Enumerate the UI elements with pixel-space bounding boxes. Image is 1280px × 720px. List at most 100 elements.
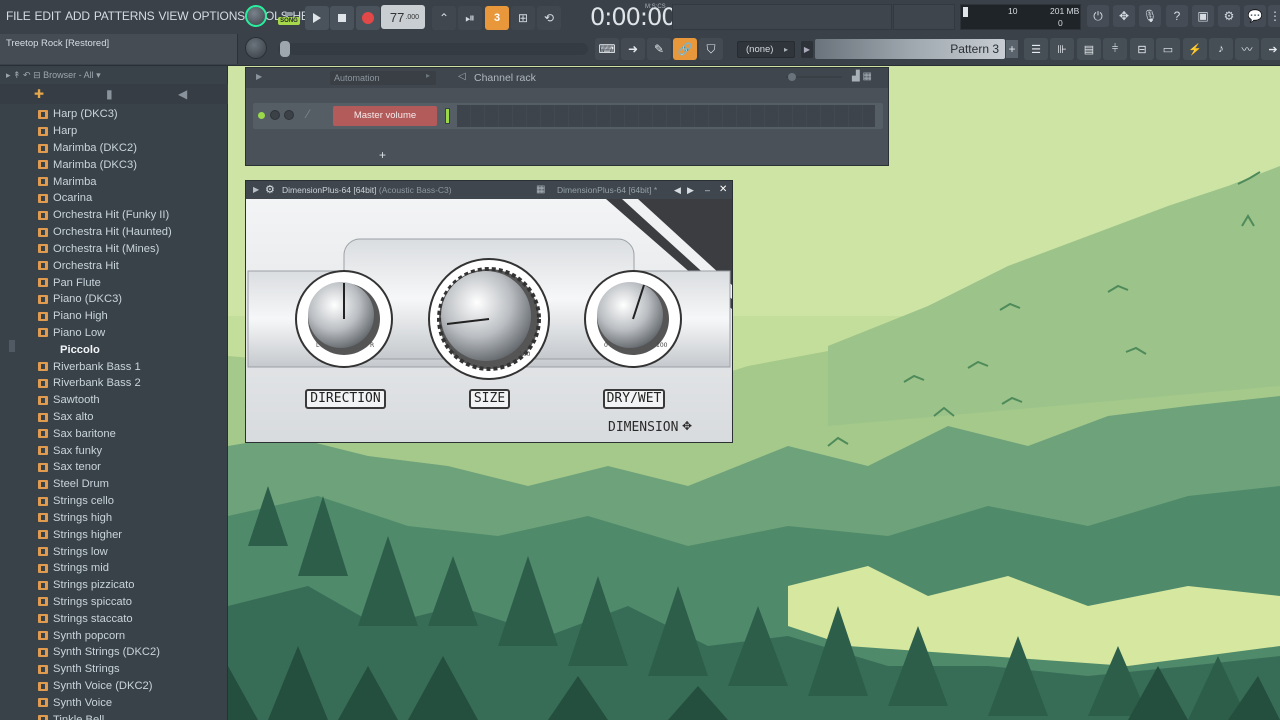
stop-button[interactable] xyxy=(330,6,354,30)
browser-item[interactable]: Sax baritone xyxy=(0,425,228,442)
browser-add-icon[interactable]: ✚ xyxy=(34,87,44,101)
step-sequencer-grid[interactable] xyxy=(457,105,875,127)
browser-item[interactable]: Orchestra Hit (Funky II) xyxy=(0,207,228,224)
brush-tool-button[interactable]: ✎ xyxy=(647,38,671,60)
add-pattern-button[interactable]: + xyxy=(1006,40,1018,58)
browser-file-icon[interactable]: ▮ xyxy=(106,87,113,101)
tempo-display[interactable]: 77.000 xyxy=(381,5,425,29)
master-volume-knob[interactable] xyxy=(245,5,267,27)
metronome-button[interactable]: ⌃ xyxy=(432,6,456,30)
browser-item[interactable]: Orchestra Hit (Mines) xyxy=(0,241,228,258)
browser-item[interactable]: Harp xyxy=(0,123,228,140)
menu-add[interactable]: ADD xyxy=(63,9,92,23)
channel-rack-view-icons[interactable]: ▟ ▦ xyxy=(852,71,872,82)
channel-volume-knob[interactable] xyxy=(284,110,294,120)
browser-item[interactable]: Strings cello xyxy=(0,493,228,510)
browser-item[interactable]: Marimba (DKC2) xyxy=(0,140,228,157)
browser-item[interactable]: Synth Strings (DKC2) xyxy=(0,644,228,661)
touch-keyboard-button[interactable]: ♪ xyxy=(1209,38,1233,60)
minimize-icon[interactable]: – xyxy=(705,181,710,199)
browser-item[interactable]: Marimba (DKC3) xyxy=(0,156,228,173)
menu-options[interactable]: OPTIONS xyxy=(190,9,247,23)
menu-patterns[interactable]: PATTERNS xyxy=(92,9,157,23)
close-icon[interactable]: ✕ xyxy=(719,181,727,199)
song-position-slider[interactable] xyxy=(278,43,588,55)
browser-item[interactable]: Harp (DKC3) xyxy=(0,106,228,123)
channel-name-button[interactable]: Master volume xyxy=(333,106,437,126)
browser-item[interactable]: Orchestra Hit (Haunted) xyxy=(0,224,228,241)
browser-item[interactable]: Strings spiccato xyxy=(0,594,228,611)
browser-item[interactable]: Synth Voice xyxy=(0,694,228,711)
browser-item[interactable]: Tinkle Bell xyxy=(0,711,228,720)
browser-button[interactable]: ▭ xyxy=(1156,38,1180,60)
browser-item[interactable]: Sax funky xyxy=(0,442,228,459)
record-button[interactable] xyxy=(356,6,380,30)
edison-button[interactable]: 〰 xyxy=(1235,38,1259,60)
browser-item[interactable]: Sax tenor xyxy=(0,459,228,476)
browser-item[interactable]: Sax alto xyxy=(0,409,228,426)
browser-item[interactable]: Riverbank Bass 2 xyxy=(0,375,228,392)
menu-view[interactable]: VIEW xyxy=(156,9,190,23)
browser-item[interactable]: Strings higher xyxy=(0,526,228,543)
plugin-picker-button[interactable]: ⚡ xyxy=(1183,38,1207,60)
save-button[interactable]: ▣ xyxy=(1192,5,1214,27)
chat-button[interactable]: 💬 xyxy=(1244,5,1266,27)
menu-file[interactable]: FILE xyxy=(4,9,33,23)
play-button[interactable] xyxy=(305,6,329,30)
overflow-button[interactable]: ⋮ xyxy=(1268,5,1280,27)
render-button[interactable]: ⚙ xyxy=(1218,5,1240,27)
mic-button[interactable]: 🎙 xyxy=(1139,5,1161,27)
menu-edit[interactable]: EDIT xyxy=(33,9,64,23)
mixer-button[interactable]: ⫩ xyxy=(1103,38,1127,60)
project-tree-button[interactable]: ⊟ xyxy=(1130,38,1154,60)
preset-name[interactable]: DimensionPlus-64 [64bit] * xyxy=(557,181,657,199)
next-preset-icon[interactable]: ▶ xyxy=(687,181,694,199)
browser-item[interactable]: Pan Flute xyxy=(0,274,228,291)
browser-item[interactable]: Strings low xyxy=(0,543,228,560)
countdown-button[interactable]: 3 xyxy=(485,6,509,30)
direction-knob[interactable] xyxy=(294,269,394,369)
channel-rack-options-icon[interactable]: ▶ xyxy=(256,72,262,81)
drywet-knob[interactable] xyxy=(583,269,683,369)
browser-item[interactable]: Piano High xyxy=(0,308,228,325)
plugin-options-arrow-icon[interactable]: ▶ xyxy=(253,181,259,199)
master-pitch-knob[interactable] xyxy=(245,37,267,59)
browser-item[interactable]: Synth popcorn xyxy=(0,627,228,644)
previous-preset-icon[interactable]: ◀ xyxy=(674,181,681,199)
online-button[interactable]: ⏻ xyxy=(1087,5,1109,27)
pattern-selector[interactable]: Pattern 3 xyxy=(815,39,1005,59)
browser-item[interactable]: Riverbank Bass 1 xyxy=(0,358,228,375)
browser-item[interactable]: Ocarina xyxy=(0,190,228,207)
browser-preview-speaker-icon[interactable]: ◀ xyxy=(178,87,187,101)
browser-item[interactable]: Piano (DKC3) xyxy=(0,291,228,308)
browser-item[interactable]: Strings mid xyxy=(0,560,228,577)
gear-icon[interactable]: ⚙ xyxy=(265,181,275,199)
size-knob[interactable] xyxy=(429,259,549,379)
browser-item[interactable]: Strings staccato xyxy=(0,610,228,627)
swing-slider[interactable] xyxy=(786,73,842,81)
more-tools-button[interactable]: ➔ xyxy=(1261,38,1280,60)
midi-button[interactable]: ✥ xyxy=(1113,5,1135,27)
channel-filter-selector[interactable]: Automation xyxy=(330,71,436,85)
browser-item[interactable]: Orchestra Hit xyxy=(0,257,228,274)
browser-item[interactable]: Piano Low xyxy=(0,325,228,342)
playlist-button[interactable]: ☰ xyxy=(1024,38,1048,60)
stamp-tool-button[interactable]: ⛉ xyxy=(699,38,723,60)
browser-item[interactable]: Strings high xyxy=(0,510,228,527)
browser-item[interactable]: Steel Drum xyxy=(0,476,228,493)
arrow-tool-button[interactable]: ➜ xyxy=(621,38,645,60)
channel-select-indicator[interactable] xyxy=(445,108,450,124)
channel-pan-knob[interactable] xyxy=(270,110,280,120)
song-mode-toggle[interactable]: SONG xyxy=(277,7,301,29)
browser-item[interactable]: Synth Voice (DKC2) xyxy=(0,678,228,695)
loop-record-button[interactable]: ⟲ xyxy=(537,6,561,30)
link-button[interactable]: 🔗 xyxy=(673,38,697,60)
help-button[interactable]: ? xyxy=(1166,5,1188,27)
browser-item[interactable]: Piccolo xyxy=(0,341,228,358)
piano-roll-button[interactable]: ⊪ xyxy=(1050,38,1074,60)
preset-list-icon[interactable]: ▦ xyxy=(536,181,545,199)
typing-keyboard-button[interactable]: ⌨ xyxy=(595,38,619,60)
channel-mute-led[interactable] xyxy=(258,112,265,119)
channel-rack-button[interactable]: ▤ xyxy=(1077,38,1101,60)
add-channel-button[interactable]: + xyxy=(379,148,386,162)
